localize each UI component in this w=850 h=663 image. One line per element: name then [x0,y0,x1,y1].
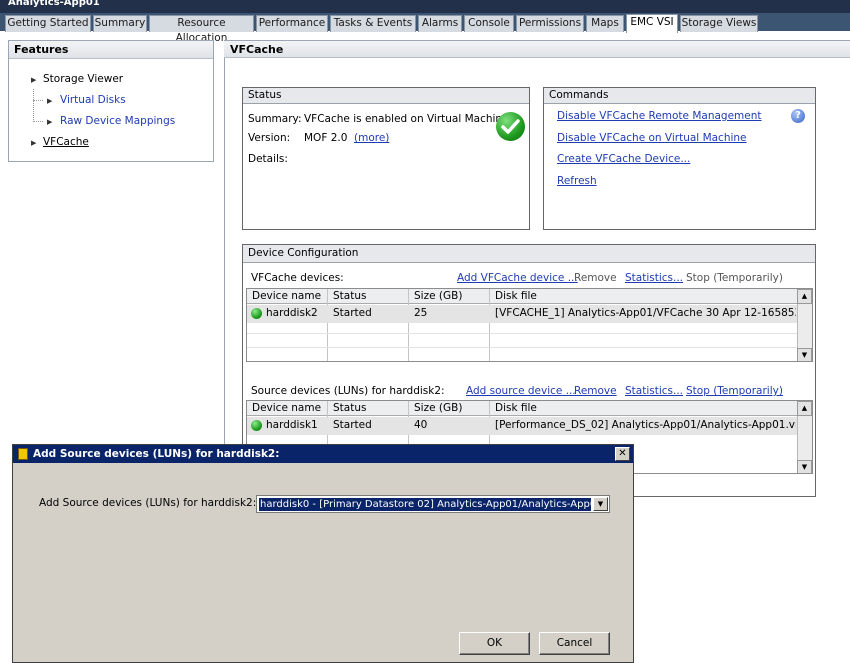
dropdown-arrow-icon[interactable]: ▼ [593,497,608,511]
tree-connector [33,89,34,122]
vfcache-statistics-link[interactable]: Statistics... [625,272,683,284]
tab-summary[interactable]: Summary [93,15,147,32]
selected-source-device[interactable]: harddisk0 - [Primary Datastore 02] Analy… [259,498,591,511]
table-row[interactable]: harddisk1 Started 40 [Performance_DS_02]… [247,417,799,435]
row-status: Started [333,307,372,319]
vfcache-table-scrollbar[interactable]: ▲ ▼ [797,289,812,361]
column-header-status[interactable]: Status [328,289,408,304]
tree-connector [33,121,43,122]
scroll-down-icon[interactable]: ▼ [797,348,812,361]
remove-vfcache-device-action: Remove [574,272,617,284]
scroll-up-icon[interactable]: ▲ [797,289,812,304]
column-header-disk-file[interactable]: Disk file [490,289,795,304]
disable-remote-management-link[interactable]: Disable VFCache Remote Management [557,110,762,122]
tab-storage-views[interactable]: Storage Views [680,15,758,32]
version-value: MOF 2.0 [304,132,348,144]
commands-panel: Commands Disable VFCache Remote Manageme… [543,87,816,230]
add-source-devices-dialog: Add Source devices (LUNs) for harddisk2:… [12,444,634,663]
summary-label: Summary: [248,113,302,125]
expand-arrow-icon[interactable]: ▶ [31,76,36,84]
tab-performance[interactable]: Performance [256,15,328,32]
source-device-select[interactable]: harddisk0 - [Primary Datastore 02] Analy… [256,495,610,513]
column-divider [327,289,328,361]
more-link[interactable]: (more) [354,132,389,144]
column-header-device-name[interactable]: Device name [247,401,327,416]
source-table-scrollbar[interactable]: ▲ ▼ [797,401,812,473]
column-header-size[interactable]: Size (GB) [409,289,489,304]
vfcache-devices-table: Device name Status Size (GB) Disk file h… [246,288,813,362]
tab-maps[interactable]: Maps [586,15,624,32]
source-statistics-link[interactable]: Statistics... [625,385,683,397]
column-header-device-name[interactable]: Device name [247,289,327,304]
expand-arrow-icon[interactable]: ▶ [47,118,52,126]
tree-item-virtual-disks[interactable]: Virtual Disks [60,94,126,106]
tab-permissions[interactable]: Permissions [516,15,584,32]
commands-title: Commands [544,88,815,104]
source-stop-link[interactable]: Stop (Temporarily) [686,385,783,397]
window-title: Analytics-App01 [0,0,850,13]
summary-value: VFCache is enabled on Virtual Machine [304,113,509,125]
ok-button[interactable]: OK [459,632,530,655]
tree-connector [33,100,43,101]
row-device-name: harddisk2 [266,307,318,319]
disable-vfcache-link[interactable]: Disable VFCache on Virtual Machine [557,132,747,144]
row-disk-file: [Performance_DS_02] Analytics-App01/Anal… [495,419,796,431]
dialog-field-label: Add Source devices (LUNs) for harddisk2: [39,497,257,509]
column-header-size[interactable]: Size (GB) [409,401,489,416]
tab-tasks-events[interactable]: Tasks & Events [330,15,416,32]
column-divider [489,289,490,361]
remove-source-device-link[interactable]: Remove [574,385,617,397]
table-row[interactable]: harddisk2 Started 25 [VFCACHE_1] Analyti… [247,305,799,323]
vfcache-devices-label: VFCache devices: [251,272,344,284]
tab-getting-started[interactable]: Getting Started [5,15,91,32]
expand-arrow-icon[interactable]: ▶ [31,139,36,147]
version-label: Version: [248,132,291,144]
page-title: VFCache [224,40,850,58]
java-app-icon [18,448,28,460]
status-title: Status [243,88,529,104]
tree-item-vfcache[interactable]: VFCache [43,136,89,148]
tab-alarms[interactable]: Alarms [418,15,462,32]
enabled-check-icon [496,112,525,141]
row-size: 40 [414,419,428,431]
expand-arrow-icon[interactable]: ▶ [47,97,52,105]
features-title: Features [9,41,213,59]
dialog-title[interactable]: Add Source devices (LUNs) for harddisk2: [13,445,633,463]
row-size: 25 [414,307,428,319]
close-icon[interactable]: ✕ [615,447,630,461]
column-header-disk-file[interactable]: Disk file [490,401,795,416]
source-devices-label: Source devices (LUNs) for harddisk2: [251,385,445,397]
vfcache-stop-action: Stop (Temporarily) [686,272,783,284]
column-divider [408,289,409,361]
scroll-down-icon[interactable]: ▼ [797,460,812,473]
create-vfcache-device-link[interactable]: Create VFCache Device... [557,153,690,165]
row-divider [247,347,799,348]
row-divider [247,333,799,334]
tab-emc-vsi[interactable]: EMC VSI [626,14,678,33]
add-source-device-link[interactable]: Add source device ... [466,385,576,397]
tree-item-raw-device-mappings[interactable]: Raw Device Mappings [60,115,175,127]
row-disk-file: [VFCACHE_1] Analytics-App01/VFCache 30 A… [495,307,796,319]
tab-resource-allocation[interactable]: Resource Allocation [149,15,254,44]
device-configuration-title: Device Configuration [243,245,815,263]
tab-strip: Getting Started Summary Resource Allocat… [0,13,850,44]
row-status: Started [333,419,372,431]
add-vfcache-device-link[interactable]: Add VFCache device ... [457,272,578,284]
tab-console[interactable]: Console [464,15,514,32]
refresh-link[interactable]: Refresh [557,175,597,187]
help-icon[interactable]: ? [791,109,805,123]
scroll-up-icon[interactable]: ▲ [797,401,812,416]
tree-item-storage-viewer[interactable]: Storage Viewer [43,73,123,85]
row-device-name: harddisk1 [266,419,318,431]
status-panel: Status Summary: VFCache is enabled on Vi… [242,87,530,230]
column-header-status[interactable]: Status [328,401,408,416]
cancel-button[interactable]: Cancel [539,632,610,655]
features-panel: Features ▶ Storage Viewer ▶ Virtual Disk… [8,40,214,162]
details-label: Details: [248,153,288,165]
